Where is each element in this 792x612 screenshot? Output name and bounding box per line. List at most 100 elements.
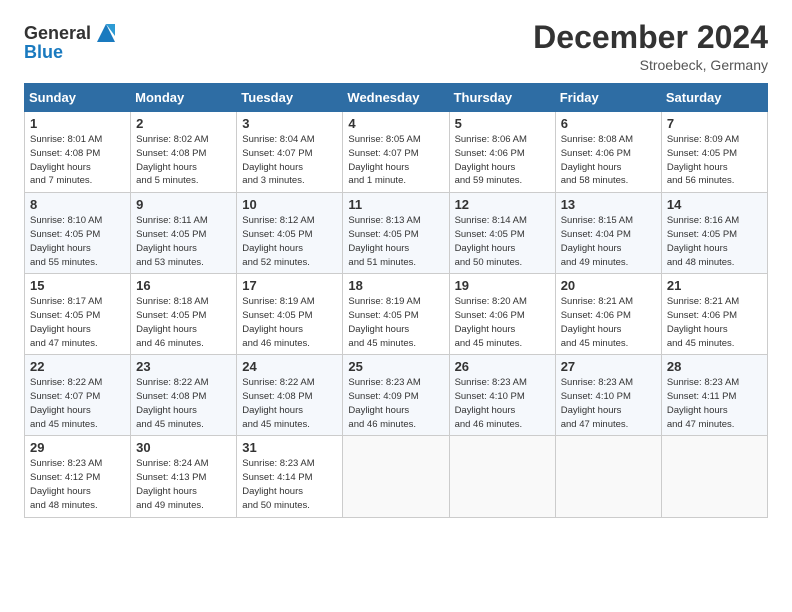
cell-content: Sunrise: 8:17 AM Sunset: 4:05 PM Dayligh… bbox=[30, 295, 125, 350]
cell-content: Sunrise: 8:19 AM Sunset: 4:05 PM Dayligh… bbox=[242, 295, 337, 350]
day-number: 15 bbox=[30, 278, 125, 293]
cell-content: Sunrise: 8:13 AM Sunset: 4:05 PM Dayligh… bbox=[348, 214, 443, 269]
day-number: 16 bbox=[136, 278, 231, 293]
header-monday: Monday bbox=[131, 84, 237, 112]
calendar-row: 22 Sunrise: 8:22 AM Sunset: 4:07 PM Dayl… bbox=[25, 355, 768, 436]
table-row: 2 Sunrise: 8:02 AM Sunset: 4:08 PM Dayli… bbox=[131, 112, 237, 193]
table-row: 20 Sunrise: 8:21 AM Sunset: 4:06 PM Dayl… bbox=[555, 274, 661, 355]
table-row: 12 Sunrise: 8:14 AM Sunset: 4:05 PM Dayl… bbox=[449, 193, 555, 274]
cell-content: Sunrise: 8:12 AM Sunset: 4:05 PM Dayligh… bbox=[242, 214, 337, 269]
table-row bbox=[449, 436, 555, 517]
header-saturday: Saturday bbox=[661, 84, 767, 112]
table-row bbox=[661, 436, 767, 517]
day-number: 31 bbox=[242, 440, 337, 455]
location: Stroebeck, Germany bbox=[533, 57, 768, 73]
day-number: 17 bbox=[242, 278, 337, 293]
day-number: 23 bbox=[136, 359, 231, 374]
table-row: 26 Sunrise: 8:23 AM Sunset: 4:10 PM Dayl… bbox=[449, 355, 555, 436]
cell-content: Sunrise: 8:24 AM Sunset: 4:13 PM Dayligh… bbox=[136, 457, 231, 512]
day-number: 11 bbox=[348, 197, 443, 212]
table-row: 22 Sunrise: 8:22 AM Sunset: 4:07 PM Dayl… bbox=[25, 355, 131, 436]
header-friday: Friday bbox=[555, 84, 661, 112]
calendar-row: 29 Sunrise: 8:23 AM Sunset: 4:12 PM Dayl… bbox=[25, 436, 768, 517]
day-number: 28 bbox=[667, 359, 762, 374]
table-row: 5 Sunrise: 8:06 AM Sunset: 4:06 PM Dayli… bbox=[449, 112, 555, 193]
day-number: 2 bbox=[136, 116, 231, 131]
table-row: 7 Sunrise: 8:09 AM Sunset: 4:05 PM Dayli… bbox=[661, 112, 767, 193]
table-row: 28 Sunrise: 8:23 AM Sunset: 4:11 PM Dayl… bbox=[661, 355, 767, 436]
day-number: 6 bbox=[561, 116, 656, 131]
day-number: 26 bbox=[455, 359, 550, 374]
day-number: 27 bbox=[561, 359, 656, 374]
day-number: 14 bbox=[667, 197, 762, 212]
cell-content: Sunrise: 8:01 AM Sunset: 4:08 PM Dayligh… bbox=[30, 133, 125, 188]
table-row: 30 Sunrise: 8:24 AM Sunset: 4:13 PM Dayl… bbox=[131, 436, 237, 517]
page-header: General Blue December 2024 Stroebeck, Ge… bbox=[24, 20, 768, 73]
table-row: 27 Sunrise: 8:23 AM Sunset: 4:10 PM Dayl… bbox=[555, 355, 661, 436]
month-title: December 2024 bbox=[533, 20, 768, 55]
day-number: 4 bbox=[348, 116, 443, 131]
cell-content: Sunrise: 8:22 AM Sunset: 4:08 PM Dayligh… bbox=[136, 376, 231, 431]
day-number: 29 bbox=[30, 440, 125, 455]
cell-content: Sunrise: 8:20 AM Sunset: 4:06 PM Dayligh… bbox=[455, 295, 550, 350]
table-row: 10 Sunrise: 8:12 AM Sunset: 4:05 PM Dayl… bbox=[237, 193, 343, 274]
day-number: 9 bbox=[136, 197, 231, 212]
day-number: 21 bbox=[667, 278, 762, 293]
table-row: 13 Sunrise: 8:15 AM Sunset: 4:04 PM Dayl… bbox=[555, 193, 661, 274]
weekday-header-row: Sunday Monday Tuesday Wednesday Thursday… bbox=[25, 84, 768, 112]
logo-icon bbox=[93, 20, 119, 46]
calendar-table: Sunday Monday Tuesday Wednesday Thursday… bbox=[24, 83, 768, 517]
table-row: 31 Sunrise: 8:23 AM Sunset: 4:14 PM Dayl… bbox=[237, 436, 343, 517]
day-number: 13 bbox=[561, 197, 656, 212]
table-row: 9 Sunrise: 8:11 AM Sunset: 4:05 PM Dayli… bbox=[131, 193, 237, 274]
calendar-row: 1 Sunrise: 8:01 AM Sunset: 4:08 PM Dayli… bbox=[25, 112, 768, 193]
table-row: 14 Sunrise: 8:16 AM Sunset: 4:05 PM Dayl… bbox=[661, 193, 767, 274]
logo: General Blue bbox=[24, 20, 119, 63]
day-number: 24 bbox=[242, 359, 337, 374]
table-row: 4 Sunrise: 8:05 AM Sunset: 4:07 PM Dayli… bbox=[343, 112, 449, 193]
table-row: 1 Sunrise: 8:01 AM Sunset: 4:08 PM Dayli… bbox=[25, 112, 131, 193]
table-row: 21 Sunrise: 8:21 AM Sunset: 4:06 PM Dayl… bbox=[661, 274, 767, 355]
logo-text-general: General bbox=[24, 23, 91, 44]
day-number: 8 bbox=[30, 197, 125, 212]
day-number: 30 bbox=[136, 440, 231, 455]
cell-content: Sunrise: 8:09 AM Sunset: 4:05 PM Dayligh… bbox=[667, 133, 762, 188]
cell-content: Sunrise: 8:04 AM Sunset: 4:07 PM Dayligh… bbox=[242, 133, 337, 188]
table-row: 8 Sunrise: 8:10 AM Sunset: 4:05 PM Dayli… bbox=[25, 193, 131, 274]
day-number: 3 bbox=[242, 116, 337, 131]
title-block: December 2024 Stroebeck, Germany bbox=[533, 20, 768, 73]
table-row bbox=[343, 436, 449, 517]
logo-text-blue: Blue bbox=[24, 42, 63, 63]
day-number: 10 bbox=[242, 197, 337, 212]
table-row: 18 Sunrise: 8:19 AM Sunset: 4:05 PM Dayl… bbox=[343, 274, 449, 355]
table-row: 29 Sunrise: 8:23 AM Sunset: 4:12 PM Dayl… bbox=[25, 436, 131, 517]
cell-content: Sunrise: 8:10 AM Sunset: 4:05 PM Dayligh… bbox=[30, 214, 125, 269]
table-row: 19 Sunrise: 8:20 AM Sunset: 4:06 PM Dayl… bbox=[449, 274, 555, 355]
day-number: 5 bbox=[455, 116, 550, 131]
table-row: 17 Sunrise: 8:19 AM Sunset: 4:05 PM Dayl… bbox=[237, 274, 343, 355]
cell-content: Sunrise: 8:23 AM Sunset: 4:12 PM Dayligh… bbox=[30, 457, 125, 512]
cell-content: Sunrise: 8:06 AM Sunset: 4:06 PM Dayligh… bbox=[455, 133, 550, 188]
day-number: 12 bbox=[455, 197, 550, 212]
calendar-row: 8 Sunrise: 8:10 AM Sunset: 4:05 PM Dayli… bbox=[25, 193, 768, 274]
day-number: 22 bbox=[30, 359, 125, 374]
table-row: 3 Sunrise: 8:04 AM Sunset: 4:07 PM Dayli… bbox=[237, 112, 343, 193]
cell-content: Sunrise: 8:19 AM Sunset: 4:05 PM Dayligh… bbox=[348, 295, 443, 350]
cell-content: Sunrise: 8:23 AM Sunset: 4:09 PM Dayligh… bbox=[348, 376, 443, 431]
cell-content: Sunrise: 8:23 AM Sunset: 4:14 PM Dayligh… bbox=[242, 457, 337, 512]
day-number: 19 bbox=[455, 278, 550, 293]
calendar-row: 15 Sunrise: 8:17 AM Sunset: 4:05 PM Dayl… bbox=[25, 274, 768, 355]
header-wednesday: Wednesday bbox=[343, 84, 449, 112]
cell-content: Sunrise: 8:05 AM Sunset: 4:07 PM Dayligh… bbox=[348, 133, 443, 188]
cell-content: Sunrise: 8:23 AM Sunset: 4:10 PM Dayligh… bbox=[561, 376, 656, 431]
cell-content: Sunrise: 8:22 AM Sunset: 4:07 PM Dayligh… bbox=[30, 376, 125, 431]
cell-content: Sunrise: 8:18 AM Sunset: 4:05 PM Dayligh… bbox=[136, 295, 231, 350]
cell-content: Sunrise: 8:21 AM Sunset: 4:06 PM Dayligh… bbox=[561, 295, 656, 350]
day-number: 20 bbox=[561, 278, 656, 293]
cell-content: Sunrise: 8:23 AM Sunset: 4:10 PM Dayligh… bbox=[455, 376, 550, 431]
cell-content: Sunrise: 8:02 AM Sunset: 4:08 PM Dayligh… bbox=[136, 133, 231, 188]
day-number: 7 bbox=[667, 116, 762, 131]
cell-content: Sunrise: 8:23 AM Sunset: 4:11 PM Dayligh… bbox=[667, 376, 762, 431]
day-number: 1 bbox=[30, 116, 125, 131]
cell-content: Sunrise: 8:11 AM Sunset: 4:05 PM Dayligh… bbox=[136, 214, 231, 269]
